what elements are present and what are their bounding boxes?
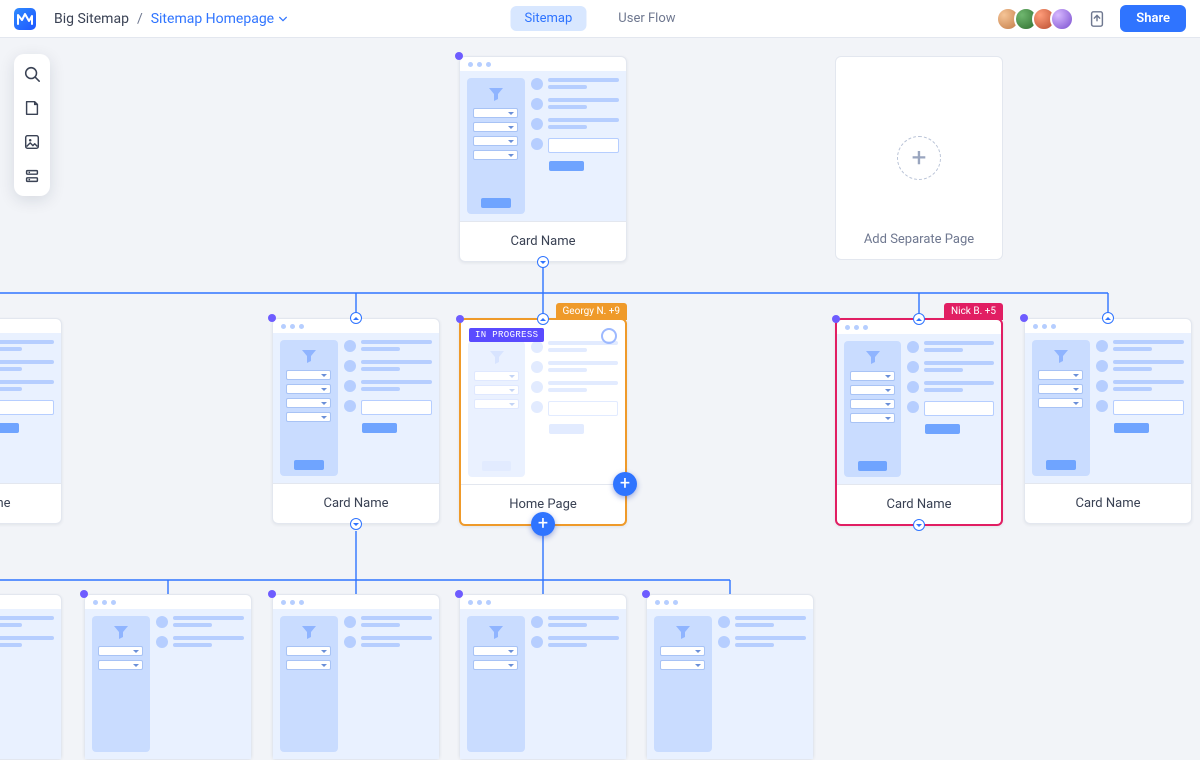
node-card[interactable] [646, 594, 814, 760]
plus-icon: + [897, 136, 941, 180]
search-icon [23, 65, 41, 83]
app-header: Big Sitemap / Sitemap Homepage Sitemap U… [0, 0, 1200, 38]
tool-image[interactable] [20, 130, 44, 154]
node-title[interactable]: Card Name [460, 221, 626, 261]
node-card[interactable] [84, 594, 252, 760]
add-sibling-button[interactable]: + [613, 472, 637, 496]
port-bottom[interactable] [537, 256, 549, 268]
status-badge: IN PROGRESS [469, 328, 544, 342]
node-title[interactable]: Card Name [273, 483, 439, 523]
add-child-button[interactable]: + [531, 512, 555, 536]
node-root[interactable]: Card Name [459, 56, 627, 262]
drag-handle-icon[interactable] [456, 315, 464, 323]
collaborator-avatars[interactable] [996, 7, 1074, 31]
node-card[interactable] [272, 594, 440, 760]
collaborator-tag[interactable]: Georgy N. +9 [556, 303, 628, 320]
export-icon [1088, 10, 1106, 28]
breadcrumb-sitemap-link[interactable]: Sitemap Homepage [151, 11, 288, 27]
node-card[interactable]: Card Name [0, 318, 62, 524]
drag-handle-icon[interactable] [455, 52, 463, 60]
image-icon [23, 133, 41, 151]
port-top[interactable] [913, 313, 925, 325]
node-title[interactable]: Card Name [1025, 483, 1191, 523]
layers-icon [23, 167, 41, 185]
node-card[interactable] [0, 594, 62, 760]
add-page-label: Add Separate Page [864, 232, 974, 247]
node-home-page[interactable]: Georgy N. +9 IN PROGRESS Home Page + + [459, 318, 627, 526]
port-top[interactable] [1102, 312, 1114, 324]
tool-note[interactable] [20, 96, 44, 120]
node-titlebar[interactable] [460, 57, 626, 71]
assignee-placeholder-icon[interactable] [601, 328, 617, 344]
port-top[interactable] [537, 313, 549, 325]
tab-sitemap[interactable]: Sitemap [510, 6, 586, 31]
collaborator-tag[interactable]: Nick B. +5 [944, 303, 1003, 320]
export-button[interactable] [1086, 8, 1108, 30]
node-card[interactable]: Card Name [1024, 318, 1192, 524]
add-separate-page-button[interactable]: + Add Separate Page [835, 56, 1003, 260]
project-name: Big Sitemap [54, 11, 129, 27]
share-button[interactable]: Share [1120, 5, 1186, 32]
node-card[interactable] [459, 594, 627, 760]
drag-handle-icon[interactable] [268, 314, 276, 322]
node-card[interactable]: Card Name [272, 318, 440, 524]
port-top[interactable] [350, 312, 362, 324]
drag-handle-icon[interactable] [1020, 314, 1028, 322]
node-title[interactable]: Card Name [837, 484, 1001, 524]
tool-search[interactable] [20, 62, 44, 86]
header-right: Share [996, 5, 1186, 32]
app-logo[interactable] [14, 8, 36, 30]
drag-handle-icon[interactable] [642, 590, 650, 598]
drag-handle-icon[interactable] [268, 590, 276, 598]
breadcrumb-separator: / [137, 11, 143, 27]
wireframe-preview [460, 71, 626, 221]
drag-handle-icon[interactable] [455, 590, 463, 598]
breadcrumb-link-label: Sitemap Homepage [151, 11, 274, 27]
port-bottom[interactable] [350, 518, 362, 530]
note-icon [23, 99, 41, 117]
left-toolbar [14, 54, 50, 196]
tool-layers[interactable] [20, 164, 44, 188]
sitemap-canvas[interactable]: Card Name + Add Separate Page Card Name … [0, 38, 1200, 680]
chevron-down-icon [278, 14, 288, 24]
breadcrumb: Big Sitemap / Sitemap Homepage [54, 11, 288, 27]
view-tabs: Sitemap User Flow [510, 6, 689, 31]
avatar[interactable] [1050, 7, 1074, 31]
port-bottom[interactable] [913, 519, 925, 531]
node-title[interactable]: Card Name [0, 483, 61, 523]
node-card[interactable]: Nick B. +5 Card Name [835, 318, 1003, 526]
drag-handle-icon[interactable] [832, 315, 840, 323]
drag-handle-icon[interactable] [80, 590, 88, 598]
tab-userflow[interactable]: User Flow [604, 6, 689, 31]
